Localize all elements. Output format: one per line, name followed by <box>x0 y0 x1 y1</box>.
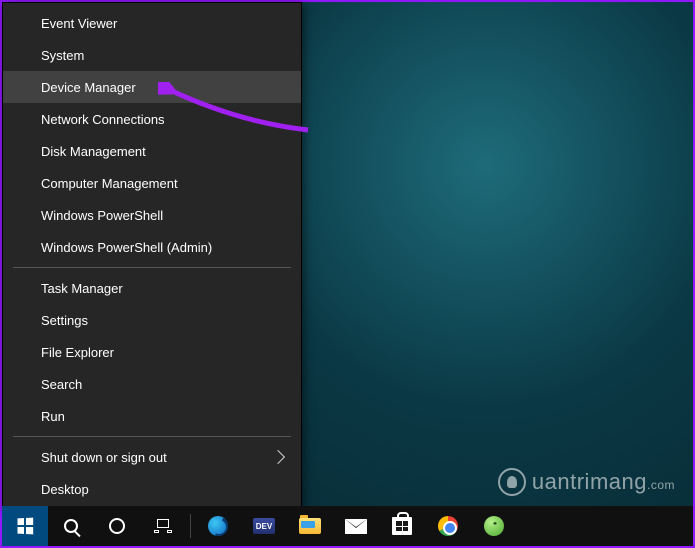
menu-label: Task Manager <box>41 281 123 296</box>
menu-item-device-manager[interactable]: Device Manager <box>3 71 301 103</box>
menu-item-powershell[interactable]: Windows PowerShell <box>3 199 301 231</box>
chevron-right-icon <box>271 450 285 464</box>
edge-icon <box>208 516 228 536</box>
menu-separator <box>13 267 291 268</box>
menu-label: System <box>41 48 84 63</box>
watermark-text: uantrimang.com <box>532 469 675 495</box>
folder-icon <box>299 518 321 534</box>
app-icon <box>484 516 504 536</box>
menu-label: Windows PowerShell <box>41 208 163 223</box>
menu-label: File Explorer <box>41 345 114 360</box>
menu-label: Computer Management <box>41 176 178 191</box>
desktop-screen: Event Viewer System Device Manager Netwo… <box>0 0 695 548</box>
taskview-icon <box>154 519 172 533</box>
menu-item-computer-management[interactable]: Computer Management <box>3 167 301 199</box>
search-icon <box>64 519 78 533</box>
menu-label: Network Connections <box>41 112 165 127</box>
menu-item-run[interactable]: Run <box>3 400 301 432</box>
windows-logo-icon <box>17 518 33 535</box>
taskbar-search-button[interactable] <box>48 506 94 546</box>
menu-item-system[interactable]: System <box>3 39 301 71</box>
menu-item-network-connections[interactable]: Network Connections <box>3 103 301 135</box>
menu-label: Device Manager <box>41 80 136 95</box>
lightbulb-icon <box>498 468 526 496</box>
taskbar: DEV <box>2 506 693 546</box>
menu-item-disk-management[interactable]: Disk Management <box>3 135 301 167</box>
menu-label: Search <box>41 377 82 392</box>
menu-label: Windows PowerShell (Admin) <box>41 240 212 255</box>
menu-item-desktop[interactable]: Desktop <box>3 473 301 505</box>
taskbar-app-green[interactable] <box>471 506 517 546</box>
mail-icon <box>345 519 367 534</box>
menu-label: Shut down or sign out <box>41 450 167 465</box>
taskbar-taskview-button[interactable] <box>140 506 186 546</box>
taskbar-cortana-button[interactable] <box>94 506 140 546</box>
menu-label: Desktop <box>41 482 89 497</box>
menu-label: Disk Management <box>41 144 146 159</box>
menu-item-search[interactable]: Search <box>3 368 301 400</box>
taskbar-app-edge[interactable] <box>195 506 241 546</box>
menu-label: Run <box>41 409 65 424</box>
store-icon <box>392 517 412 535</box>
taskbar-app-explorer[interactable] <box>287 506 333 546</box>
start-button[interactable] <box>2 506 48 546</box>
menu-item-shutdown[interactable]: Shut down or sign out <box>3 441 301 473</box>
menu-item-powershell-admin[interactable]: Windows PowerShell (Admin) <box>3 231 301 263</box>
dev-icon: DEV <box>253 518 275 534</box>
menu-label: Event Viewer <box>41 16 117 31</box>
chrome-icon <box>438 516 458 536</box>
taskbar-separator <box>190 514 191 538</box>
taskbar-app-chrome[interactable] <box>425 506 471 546</box>
taskbar-app-store[interactable] <box>379 506 425 546</box>
menu-item-event-viewer[interactable]: Event Viewer <box>3 7 301 39</box>
menu-label: Settings <box>41 313 88 328</box>
taskbar-app-mail[interactable] <box>333 506 379 546</box>
cortana-icon <box>109 518 125 534</box>
menu-item-settings[interactable]: Settings <box>3 304 301 336</box>
watermark: uantrimang.com <box>498 468 675 496</box>
menu-separator <box>13 436 291 437</box>
menu-item-task-manager[interactable]: Task Manager <box>3 272 301 304</box>
taskbar-app-dev[interactable]: DEV <box>241 506 287 546</box>
menu-item-file-explorer[interactable]: File Explorer <box>3 336 301 368</box>
winx-menu: Event Viewer System Device Manager Netwo… <box>2 2 302 510</box>
